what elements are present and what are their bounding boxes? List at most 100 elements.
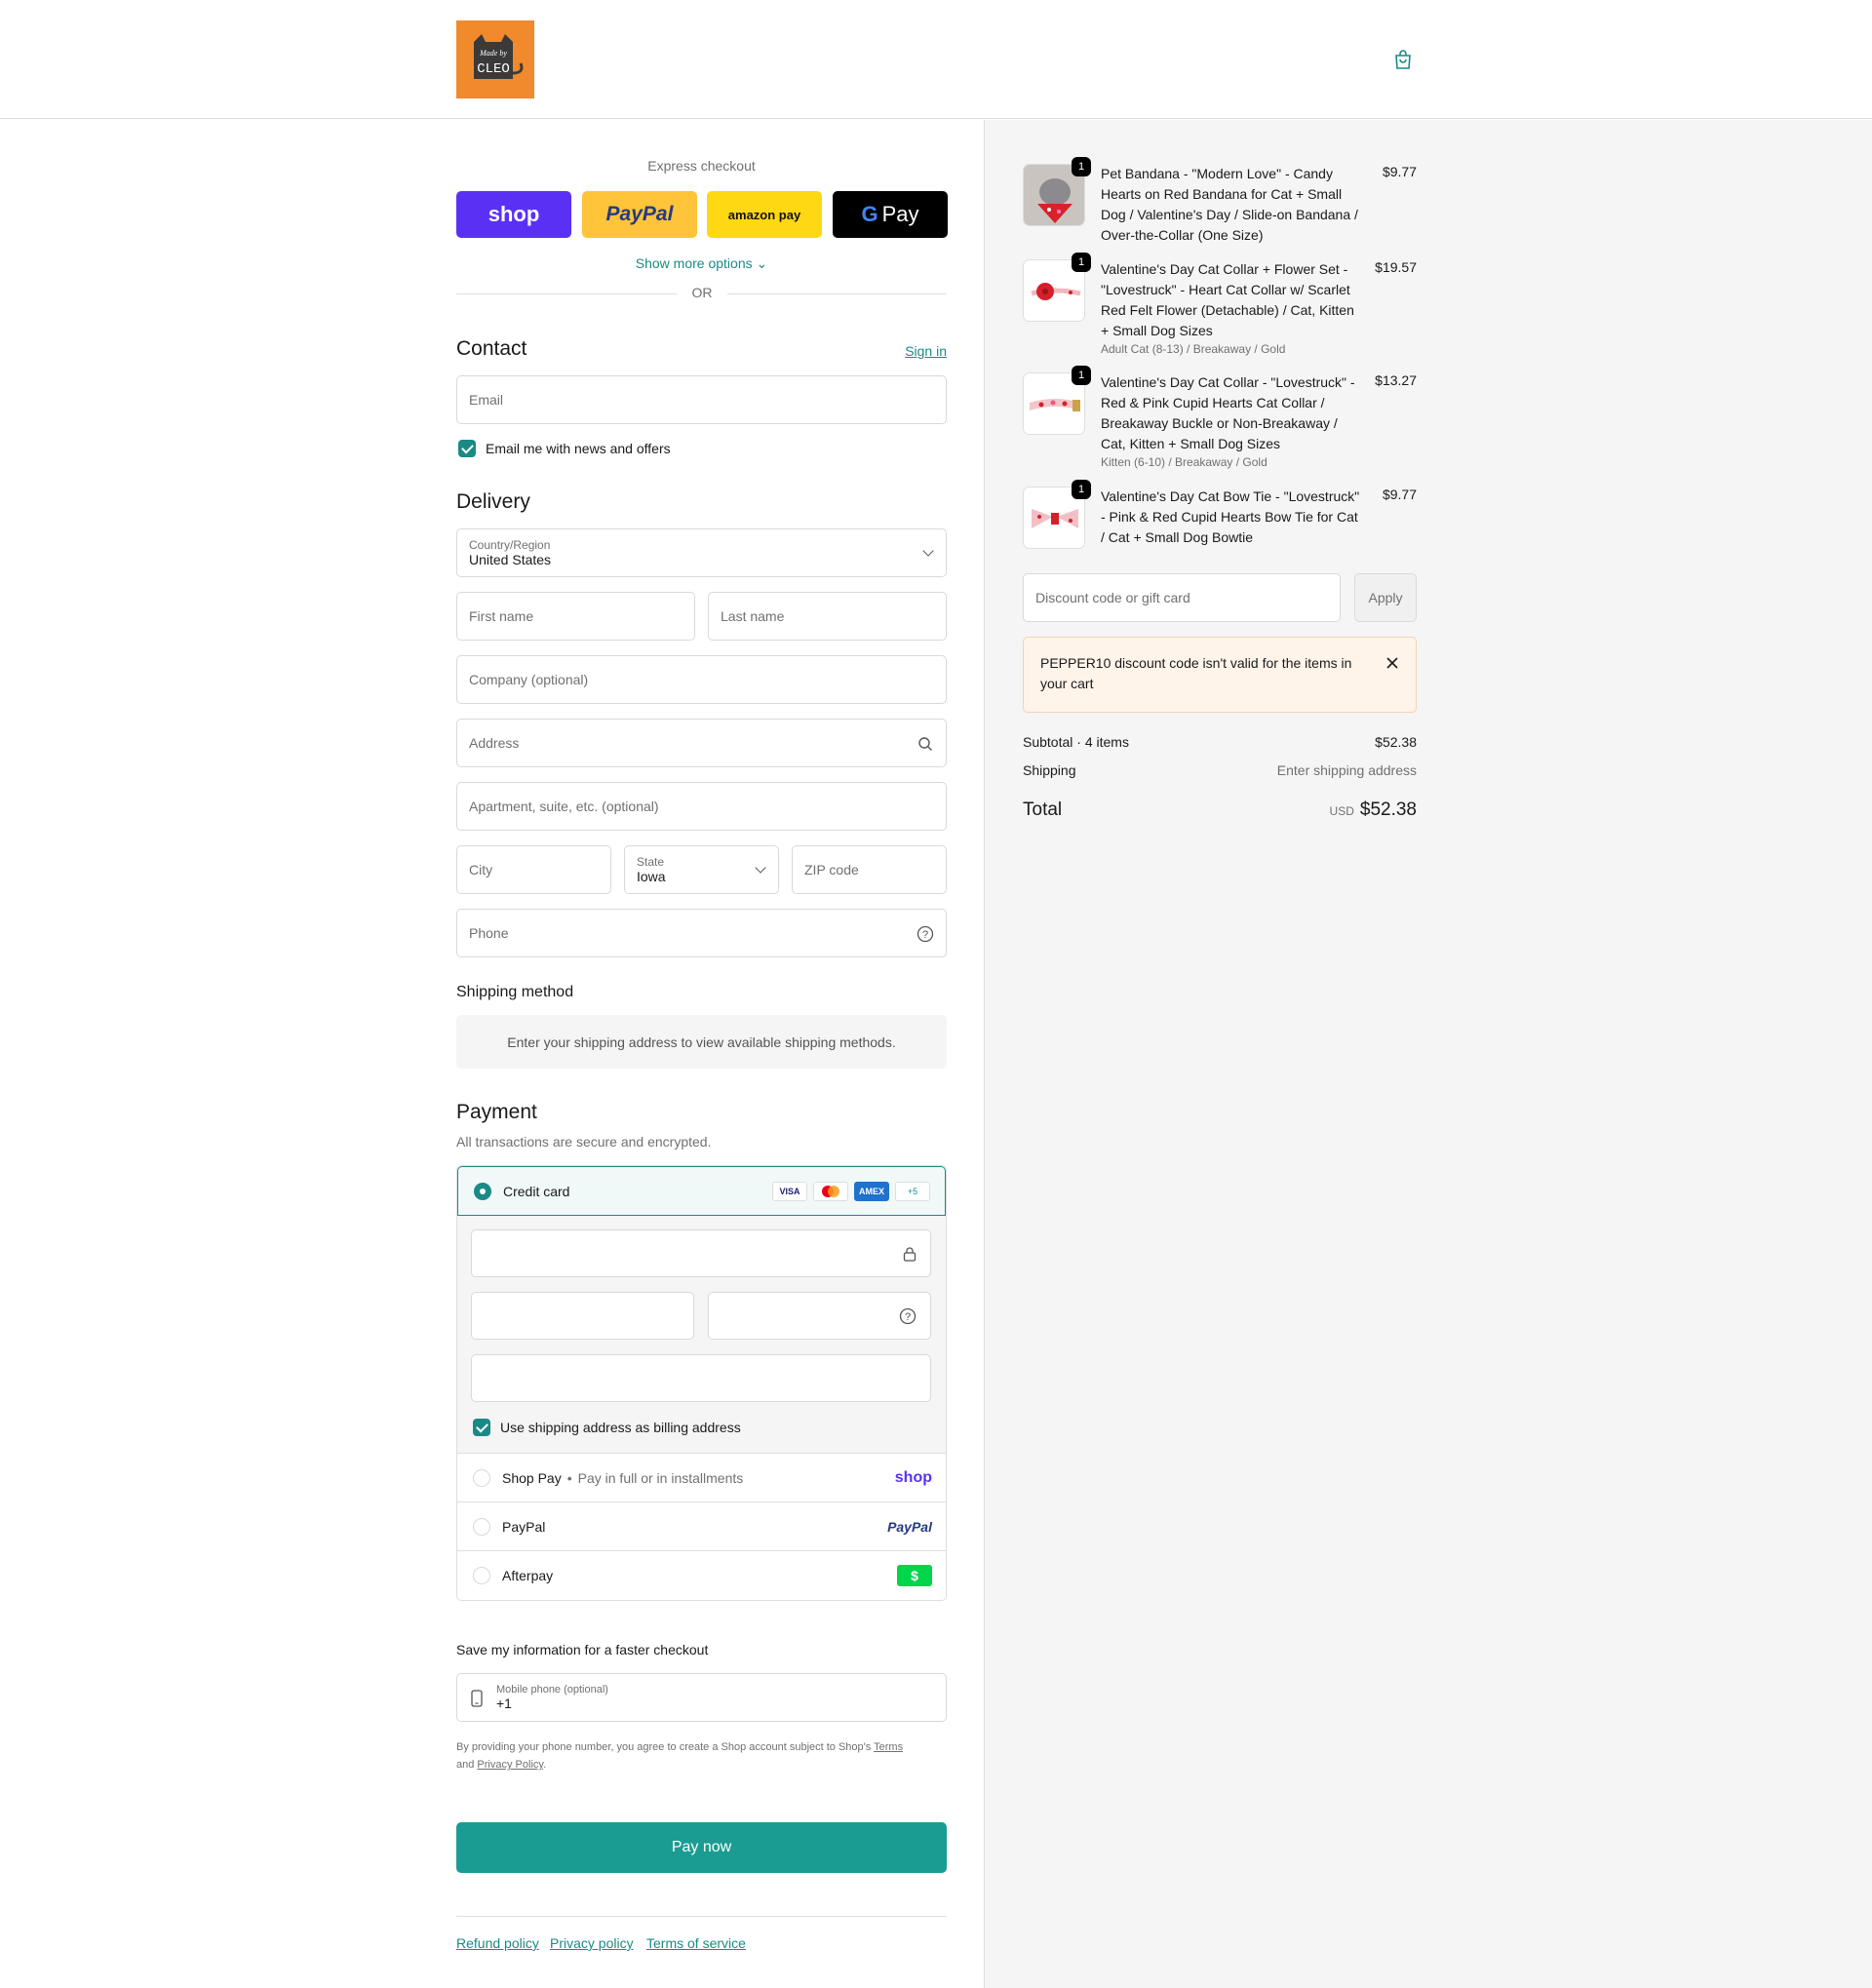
credit-card-option[interactable]: Credit card VISA AMEX +5 [457,1166,946,1216]
terms-link[interactable]: Terms [874,1741,903,1753]
afterpay-radio[interactable] [473,1566,490,1584]
city-placeholder: City [469,862,493,877]
quantity-badge: 1 [1072,253,1091,272]
subtotal-row: Subtotal · 4 items $52.38 [1023,734,1417,750]
help-icon[interactable]: ? [916,925,934,943]
country-select[interactable]: Country/Region United States [456,528,947,577]
total-value: $52.38 [1359,799,1417,820]
google-pay-label: Pay [881,202,919,226]
privacy-policy-footer-link[interactable]: Privacy policy [550,1935,634,1951]
total-row: Total USD $52.38 [1023,799,1417,821]
shop-pay-option-label: Shop Pay [502,1469,562,1486]
country-label: Country/Region [469,538,551,552]
chevron-down-icon [922,545,934,557]
apply-button[interactable]: Apply [1354,573,1417,622]
state-value: Iowa [637,869,666,884]
amazon-pay-button[interactable]: amazon pay [707,191,822,238]
email-field[interactable]: Email [456,375,947,424]
item-price: $9.77 [1382,164,1417,179]
footer-divider [456,1916,947,1917]
show-more-label: Show more options [635,255,753,271]
currency-code: USD [1329,804,1354,818]
cat-logo-icon: Made by CLEO [474,34,524,79]
contact-title: Contact [456,337,527,360]
item-name: Pet Bandana - "Modern Love" - Candy Hear… [1101,166,1358,243]
address-field[interactable]: Address [456,719,947,767]
zip-placeholder: ZIP code [804,862,859,877]
discount-error-banner: PEPPER10 discount code isn't valid for t… [1023,637,1417,713]
svg-text:CLEO: CLEO [477,61,510,77]
amex-label: AMEX [858,1187,884,1196]
chevron-down-icon: ⌄ [756,255,768,271]
afterpay-option[interactable]: Afterpay $ [457,1550,946,1599]
credit-card-radio[interactable] [474,1182,491,1200]
country-value: United States [469,552,552,567]
shopping-bag-icon[interactable] [1392,49,1414,70]
news-checkbox[interactable] [458,440,476,457]
news-label: Email me with news and offers [486,441,671,456]
state-label: State [637,855,665,869]
store-logo[interactable]: Made by CLEO [456,20,534,98]
company-field[interactable]: Company (optional) [456,655,947,704]
bullet-separator: • [566,1469,572,1486]
pay-now-button[interactable]: Pay now [456,1822,947,1873]
billing-checkbox[interactable] [473,1419,490,1436]
mobile-phone-icon [471,1690,483,1707]
subtotal-label: Subtotal · 4 items [1023,734,1129,750]
privacy-policy-link[interactable]: Privacy Policy [477,1759,543,1771]
news-checkbox-row[interactable]: Email me with news and offers [458,440,671,457]
billing-label: Use shipping address as billing address [500,1420,741,1435]
zip-field[interactable]: ZIP code [792,845,947,894]
close-icon[interactable] [1386,657,1398,669]
phone-field[interactable]: Phone ? [456,909,947,957]
google-pay-button[interactable]: G Pay [833,191,948,238]
discount-code-field[interactable]: Discount code or gift card [1023,573,1341,622]
apply-label: Apply [1368,590,1403,605]
apartment-field[interactable]: Apartment, suite, etc. (optional) [456,782,947,831]
paypal-radio[interactable] [473,1517,490,1536]
email-placeholder: Email [469,392,504,408]
svg-text:Made by: Made by [479,49,507,58]
pay-now-label: Pay now [671,1839,732,1855]
help-icon[interactable]: ? [899,1307,916,1325]
save-info-title: Save my information for a faster checkou… [456,1642,709,1657]
cart-item: 1 Valentine's Day Cat Bow Tie - "Lovestr… [1023,480,1417,555]
first-name-field[interactable]: First name [456,592,695,641]
shop-pay-button[interactable]: shop [456,191,571,238]
apartment-placeholder: Apartment, suite, etc. (optional) [469,799,659,814]
shop-pay-option[interactable]: Shop Pay • Pay in full or in installment… [457,1453,946,1501]
google-g-icon: G [861,202,878,226]
paypal-option-label: PayPal [502,1518,546,1535]
billing-checkbox-row[interactable]: Use shipping address as billing address [473,1419,741,1436]
phone-placeholder: Phone [469,925,509,941]
visa-icon: VISA [772,1182,807,1201]
visa-label: VISA [779,1187,800,1196]
credit-card-label: Credit card [503,1183,570,1199]
lock-icon [903,1247,916,1262]
show-more-options[interactable]: Show more options ⌄ [456,255,947,272]
mobile-phone-field[interactable]: Mobile phone (optional) +1 [456,1673,947,1722]
shipping-value: Enter shipping address [1276,762,1417,778]
item-price: $9.77 [1382,487,1417,502]
first-name-placeholder: First name [469,608,534,624]
last-name-field[interactable]: Last name [708,592,947,641]
state-select[interactable]: State Iowa [624,845,779,894]
card-number-field[interactable] [471,1229,931,1277]
order-summary: 1 Pet Bandana - "Modern Love" - Candy He… [984,120,1872,1988]
quantity-badge: 1 [1072,157,1091,176]
item-variant: Kitten (6-10) / Breakaway / Gold [1101,455,1268,469]
svg-text:?: ? [905,1311,911,1323]
search-icon [918,737,932,751]
total-label: Total [1023,799,1063,820]
item-price: $19.57 [1375,259,1417,275]
expiration-date-field[interactable] [471,1292,694,1340]
terms-of-service-link[interactable]: Terms of service [646,1935,746,1951]
security-code-field[interactable]: ? [708,1292,931,1340]
name-on-card-field[interactable] [471,1354,931,1402]
paypal-button[interactable]: PayPal [582,191,697,238]
city-field[interactable]: City [456,845,611,894]
refund-policy-link[interactable]: Refund policy [456,1935,539,1951]
paypal-option[interactable]: PayPal PayPal [457,1501,946,1550]
shop-pay-radio[interactable] [473,1468,490,1487]
sign-in-link[interactable]: Sign in [905,343,947,359]
